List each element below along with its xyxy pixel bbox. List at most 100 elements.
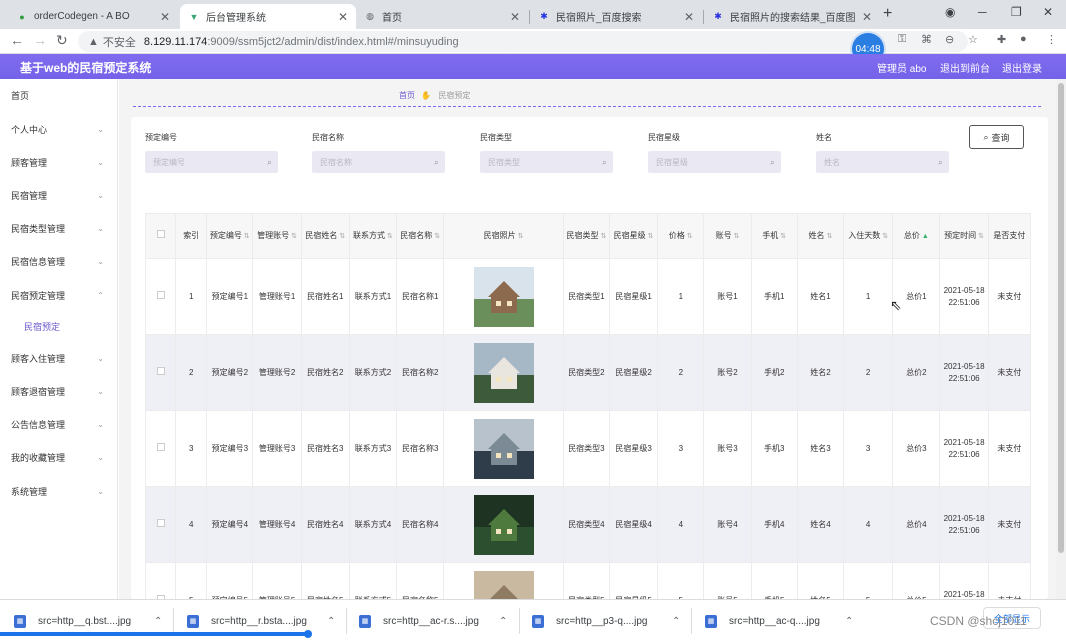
row-checkbox[interactable] (144, 258, 177, 335)
homestay-type-input[interactable]: 民宿类型 ⌕ (480, 151, 613, 173)
homestay-star-input[interactable]: 民宿星级 ⌕ (648, 151, 781, 173)
download-item[interactable]: ▦ src=http__ac-q....jpg ⌃ (705, 611, 853, 631)
sort-icon[interactable]: ⇅ (648, 233, 654, 240)
download-item[interactable]: ▦ src=http__r.bsta....jpg ⌃ (187, 611, 335, 631)
sort-ascending-icon[interactable]: ▲ (922, 233, 929, 240)
restore-icon[interactable]: ❐ (1011, 5, 1022, 19)
tab-search-icon[interactable]: ◉ (945, 5, 955, 19)
extensions-icon[interactable]: ✚ (997, 33, 1006, 46)
profile-icon[interactable]: ● (1020, 33, 1027, 45)
sort-icon[interactable]: ⇅ (291, 233, 297, 240)
homestay-name-input[interactable]: 民宿名称 ⌕ (312, 151, 445, 173)
download-item[interactable]: ▦ src=http__ac-r.s....jpg ⌃ (359, 611, 507, 631)
new-tab-icon[interactable]: + (883, 5, 892, 23)
sidebar-item-home[interactable]: 首页 (0, 85, 118, 105)
sort-icon[interactable]: ⇅ (339, 233, 345, 240)
sidebar-item-checkin[interactable]: 顾客入住管理 ⌄ (0, 348, 118, 368)
sort-icon[interactable]: ⇅ (780, 233, 786, 240)
breadcrumb-home[interactable]: 首页 (399, 91, 415, 100)
sort-icon[interactable]: ⇅ (387, 233, 393, 240)
chevron-up-icon[interactable]: ⌃ (327, 616, 335, 627)
back-to-front-link[interactable]: 退出到前台 (940, 60, 990, 75)
close-icon[interactable]: ✕ (684, 10, 694, 24)
sidebar-item-booking[interactable]: 民宿预定 (0, 316, 118, 336)
browser-tab-ordercodegen[interactable]: ● orderCodegen - A BO ✕ (8, 4, 178, 29)
download-item[interactable]: ▦ src=http__p3-q....jpg ⌃ (532, 611, 680, 631)
close-icon[interactable]: ✕ (862, 10, 872, 24)
close-icon[interactable]: ✕ (160, 10, 170, 24)
sidebar-item-personal[interactable]: 个人中心 ⌄ (0, 119, 118, 139)
back-icon[interactable]: ← (10, 32, 24, 48)
name-input[interactable]: 姓名 ⌕ (816, 151, 949, 173)
homestay-photo[interactable] (473, 342, 534, 403)
column-header[interactable]: 总价 ▲ (892, 213, 941, 259)
row-checkbox[interactable] (144, 486, 177, 563)
bookmark-star-icon[interactable]: ☆ (968, 33, 978, 46)
key-icon[interactable]: ⚿ (898, 33, 906, 46)
close-icon[interactable]: ✕ (338, 10, 348, 24)
column-header[interactable]: 入住天数 ⇅ (843, 213, 894, 259)
sidebar-item-checkout[interactable]: 顾客退宿管理 ⌄ (0, 381, 118, 401)
column-header[interactable]: 是否支付 (987, 213, 1032, 259)
sort-icon[interactable]: ⇅ (244, 233, 250, 240)
booking-no-input[interactable]: 预定编号 ⌕ (145, 151, 278, 173)
column-header[interactable]: 预定时间 ⇅ (939, 213, 989, 259)
select-all-checkbox[interactable] (144, 213, 177, 259)
chevron-up-icon[interactable]: ⌃ (154, 616, 162, 627)
close-window-icon[interactable]: ✕ (1043, 5, 1053, 19)
sidebar-item-homestay-info[interactable]: 民宿信息管理 ⌄ (0, 251, 118, 271)
reload-icon[interactable]: ↻ (56, 32, 68, 49)
sidebar-item-notice[interactable]: 公告信息管理 ⌄ (0, 414, 118, 434)
sort-icon[interactable]: ⇅ (978, 233, 984, 240)
chevron-up-icon[interactable]: ⌃ (499, 616, 507, 627)
sidebar-item-customers[interactable]: 顾客管理 ⌄ (0, 152, 118, 172)
column-header[interactable]: 预定编号 ⇅ (206, 213, 254, 259)
query-button[interactable]: ⌕ 查询 (969, 125, 1024, 149)
sidebar-item-booking-mgmt[interactable]: 民宿预定管理 ⌃ (0, 285, 118, 305)
menu-icon[interactable]: ⋮ (1046, 33, 1057, 46)
column-header[interactable]: 姓名 ⇅ (796, 213, 845, 259)
column-header[interactable]: 手机 ⇅ (750, 213, 798, 259)
column-header[interactable]: 民宿类型 ⇅ (562, 213, 611, 259)
logout-link[interactable]: 退出登录 (1002, 60, 1042, 75)
row-checkbox[interactable] (144, 334, 177, 411)
column-header[interactable]: 民宿照片 ⇅ (443, 213, 564, 259)
column-header[interactable]: 价格 ⇅ (657, 213, 705, 259)
browser-tab-home[interactable]: ◍ 首页 ✕ (356, 4, 528, 29)
homestay-photo[interactable] (473, 494, 534, 555)
browser-tab-baidu-images[interactable]: ✱ 民宿照片的搜索结果_百度图片搜 ✕ (704, 4, 880, 29)
sort-icon[interactable]: ⇅ (882, 233, 888, 240)
sort-icon[interactable]: ⇅ (826, 233, 832, 240)
sidebar-item-favorites[interactable]: 我的收藏管理 ⌄ (0, 447, 118, 467)
sort-icon[interactable]: ⇅ (734, 233, 740, 240)
browser-tab-baidu-search[interactable]: ✱ 民宿照片_百度搜索 ✕ (530, 4, 702, 29)
sort-icon[interactable]: ⇅ (518, 233, 524, 240)
url-input[interactable]: ▲ 不安全 8.129.11.174 :9009/ssm5jct2/admin/… (78, 31, 968, 52)
column-header[interactable]: 账号 ⇅ (703, 213, 752, 259)
chevron-up-icon[interactable]: ⌃ (845, 616, 853, 627)
homestay-photo[interactable] (473, 418, 534, 479)
row-checkbox[interactable] (144, 410, 177, 487)
download-item[interactable]: ▦ src=http__q.bst....jpg ⌃ (14, 611, 162, 631)
column-header[interactable]: 民宿姓名 ⇅ (300, 213, 350, 259)
sidebar-item-homestay[interactable]: 民宿管理 ⌄ (0, 185, 118, 205)
sort-icon[interactable]: ⇅ (434, 233, 440, 240)
browser-tab-admin[interactable]: ▼ 后台管理系统 ✕ (180, 4, 356, 29)
sort-icon[interactable]: ⇅ (687, 233, 693, 240)
translate-icon[interactable]: ⌘ (921, 33, 932, 46)
close-icon[interactable]: ✕ (510, 10, 520, 24)
column-header[interactable]: 民宿星级 ⇅ (609, 213, 659, 259)
column-header[interactable]: 管理账号 ⇅ (252, 213, 302, 259)
sort-icon[interactable]: ⇅ (600, 233, 606, 240)
forward-icon[interactable]: → (33, 32, 47, 48)
column-header[interactable]: 联系方式 ⇅ (348, 213, 398, 259)
minimize-icon[interactable]: ─ (978, 5, 987, 19)
scrollbar-thumb[interactable] (1058, 83, 1064, 553)
zoom-icon[interactable]: ⊖ (945, 33, 954, 46)
column-header[interactable]: 民宿名称 ⇅ (396, 213, 445, 259)
homestay-photo[interactable] (473, 266, 534, 327)
sidebar-item-homestay-type[interactable]: 民宿类型管理 ⌄ (0, 218, 118, 238)
page-scrollbar[interactable] (1056, 79, 1066, 599)
sidebar-item-system[interactable]: 系统管理 ⌄ (0, 481, 118, 501)
chevron-up-icon[interactable]: ⌃ (672, 616, 680, 627)
